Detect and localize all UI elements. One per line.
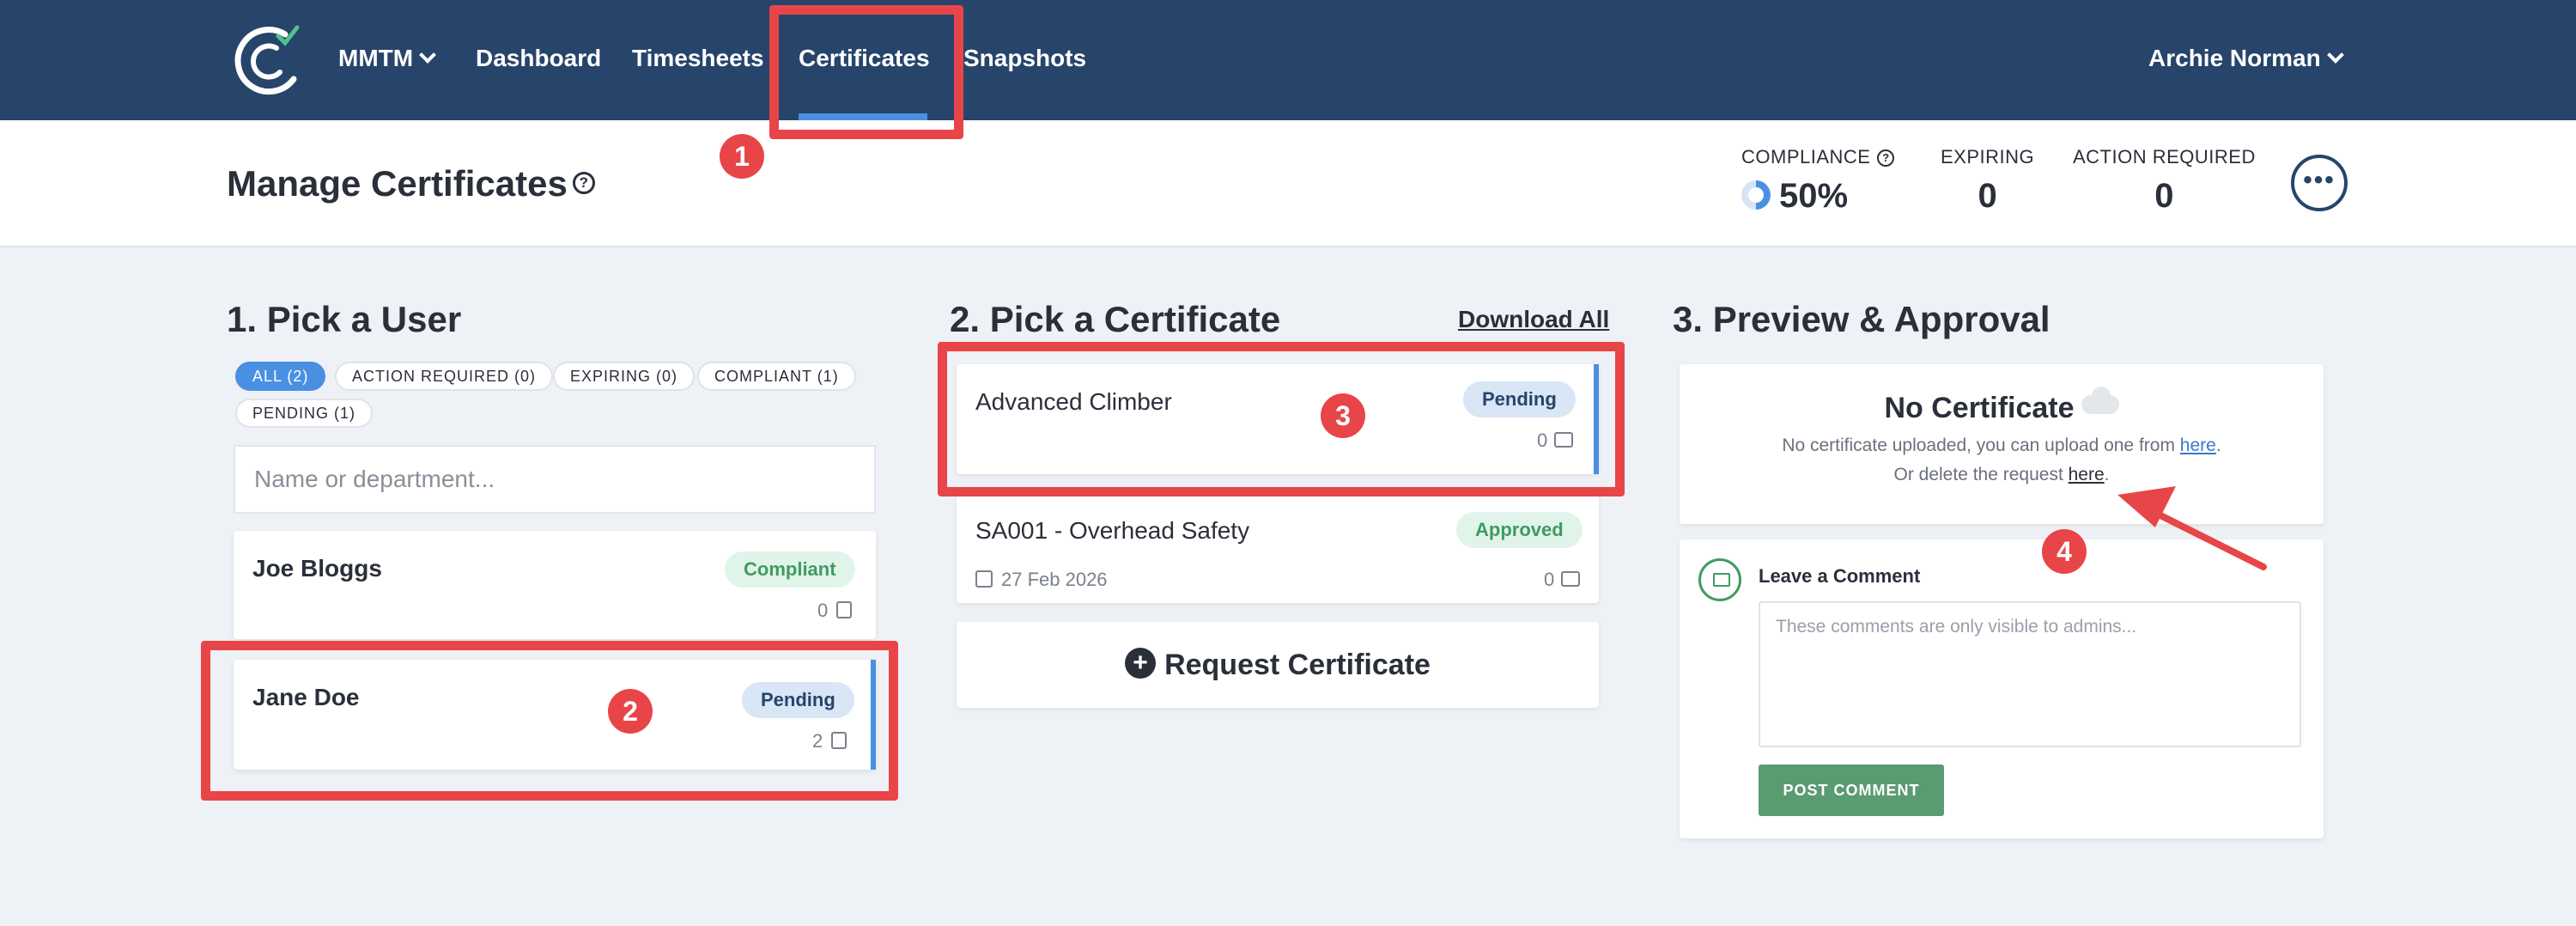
comment-icon [1561,571,1581,588]
page-title: Manage Certificates? [227,163,595,204]
annotation-highlight-1 [769,5,963,139]
download-all-link[interactable]: Download All [1458,306,1609,333]
annotation-highlight-2 [201,641,898,801]
annotation-highlight-3 [938,342,1625,497]
request-certificate-label: Request Certificate [1164,649,1431,681]
status-badge: Compliant [725,551,855,588]
count-value: 0 [817,600,829,621]
preview-approval-heading: 3. Preview & Approval [1673,299,2050,339]
comment-textarea[interactable] [1759,601,2301,747]
calendar-icon [975,570,993,588]
annotation-number-3: 3 [1321,393,1365,438]
compliance-value: 50% [1779,177,1849,215]
period: . [2104,465,2110,484]
comment-panel: Leave a Comment POST COMMENT [1680,539,2324,838]
user-menu[interactable]: Archie Norman [2148,43,2344,74]
delete-text: Or delete the request [1893,465,2069,484]
certificate-name: SA001 - Overhead Safety [975,517,1250,544]
filter-compliant[interactable]: COMPLIANT (1) [697,362,856,391]
expiring-stat: EXPIRING 0 [1941,146,2034,216]
document-count: 0 [817,600,853,622]
annotation-number-4: 4 [2042,529,2087,574]
help-icon[interactable]: ? [572,171,595,194]
delete-request-link[interactable]: here [2069,465,2105,484]
filter-expiring[interactable]: EXPIRING (0) [553,362,696,391]
expiring-label: EXPIRING [1941,146,2035,168]
upload-here-link[interactable]: here [2180,436,2216,455]
user-search-input[interactable] [234,445,876,514]
filter-all[interactable]: ALL (2) [235,362,326,391]
org-dropdown[interactable]: MMTM [338,43,436,74]
annotation-number-2: 2 [608,689,653,734]
comment-count: 0 [1544,569,1581,591]
no-certificate-title: No Certificate [1884,392,2075,424]
action-required-value: 0 [2154,177,2174,215]
expiry-date: 27 Feb 2026 [975,569,1108,591]
filter-action-required[interactable]: ACTION REQUIRED (0) [335,362,554,391]
chevron-down-icon [419,46,436,64]
certificate-preview: No Certificate No certificate uploaded, … [1680,364,2324,524]
pick-certificate-heading: 2. Pick a Certificate [950,299,1281,339]
action-required-stat: ACTION REQUIRED 0 [2073,146,2256,216]
comment-label: Leave a Comment [1759,565,1921,587]
post-comment-button[interactable]: POST COMMENT [1759,765,1944,816]
compliance-label: COMPLIANCE [1741,146,1871,168]
document-icon [836,601,853,619]
annotation-number-1: 1 [720,134,764,179]
top-nav: MMTM Dashboard Timesheets Certificates S… [0,0,2576,120]
plus-circle-icon: + [1125,648,1157,679]
upload-text: No certificate uploaded, you can upload … [1782,436,2180,455]
compliance-stat: COMPLIANCE? 50% [1741,146,1895,216]
period: . [2215,436,2221,455]
help-icon[interactable]: ? [1877,149,1895,167]
request-certificate-button[interactable]: + Request Certificate [957,622,1599,708]
user-name: Joe Bloggs [252,555,382,582]
more-options-button[interactable]: ••• [2291,155,2348,211]
count-value: 0 [1544,569,1555,590]
expiring-value: 0 [1978,177,1997,215]
filter-pending[interactable]: PENDING (1) [235,399,374,428]
pick-user-heading: 1. Pick a User [227,299,462,339]
cert-card-sa001[interactable]: SA001 - Overhead Safety Approved 27 Feb … [957,493,1599,603]
user-name: Archie Norman [2148,45,2321,71]
cloud-icon [2081,387,2119,415]
user-card-joe-bloggs[interactable]: Joe Bloggs Compliant 0 [234,531,876,639]
date-value: 27 Feb 2026 [1001,569,1108,590]
nav-dashboard[interactable]: Dashboard [476,43,601,74]
nav-timesheets[interactable]: Timesheets [632,43,764,74]
org-label: MMTM [338,45,414,71]
logo-icon[interactable] [225,17,307,100]
chevron-down-icon [2326,46,2344,64]
donut-chart-icon [1741,180,1771,210]
status-badge: Approved [1456,512,1583,548]
action-required-label: ACTION REQUIRED [2073,146,2256,168]
page-title-text: Manage Certificates [227,163,568,204]
comment-icon [1698,558,1741,601]
nav-snapshots[interactable]: Snapshots [963,43,1086,74]
